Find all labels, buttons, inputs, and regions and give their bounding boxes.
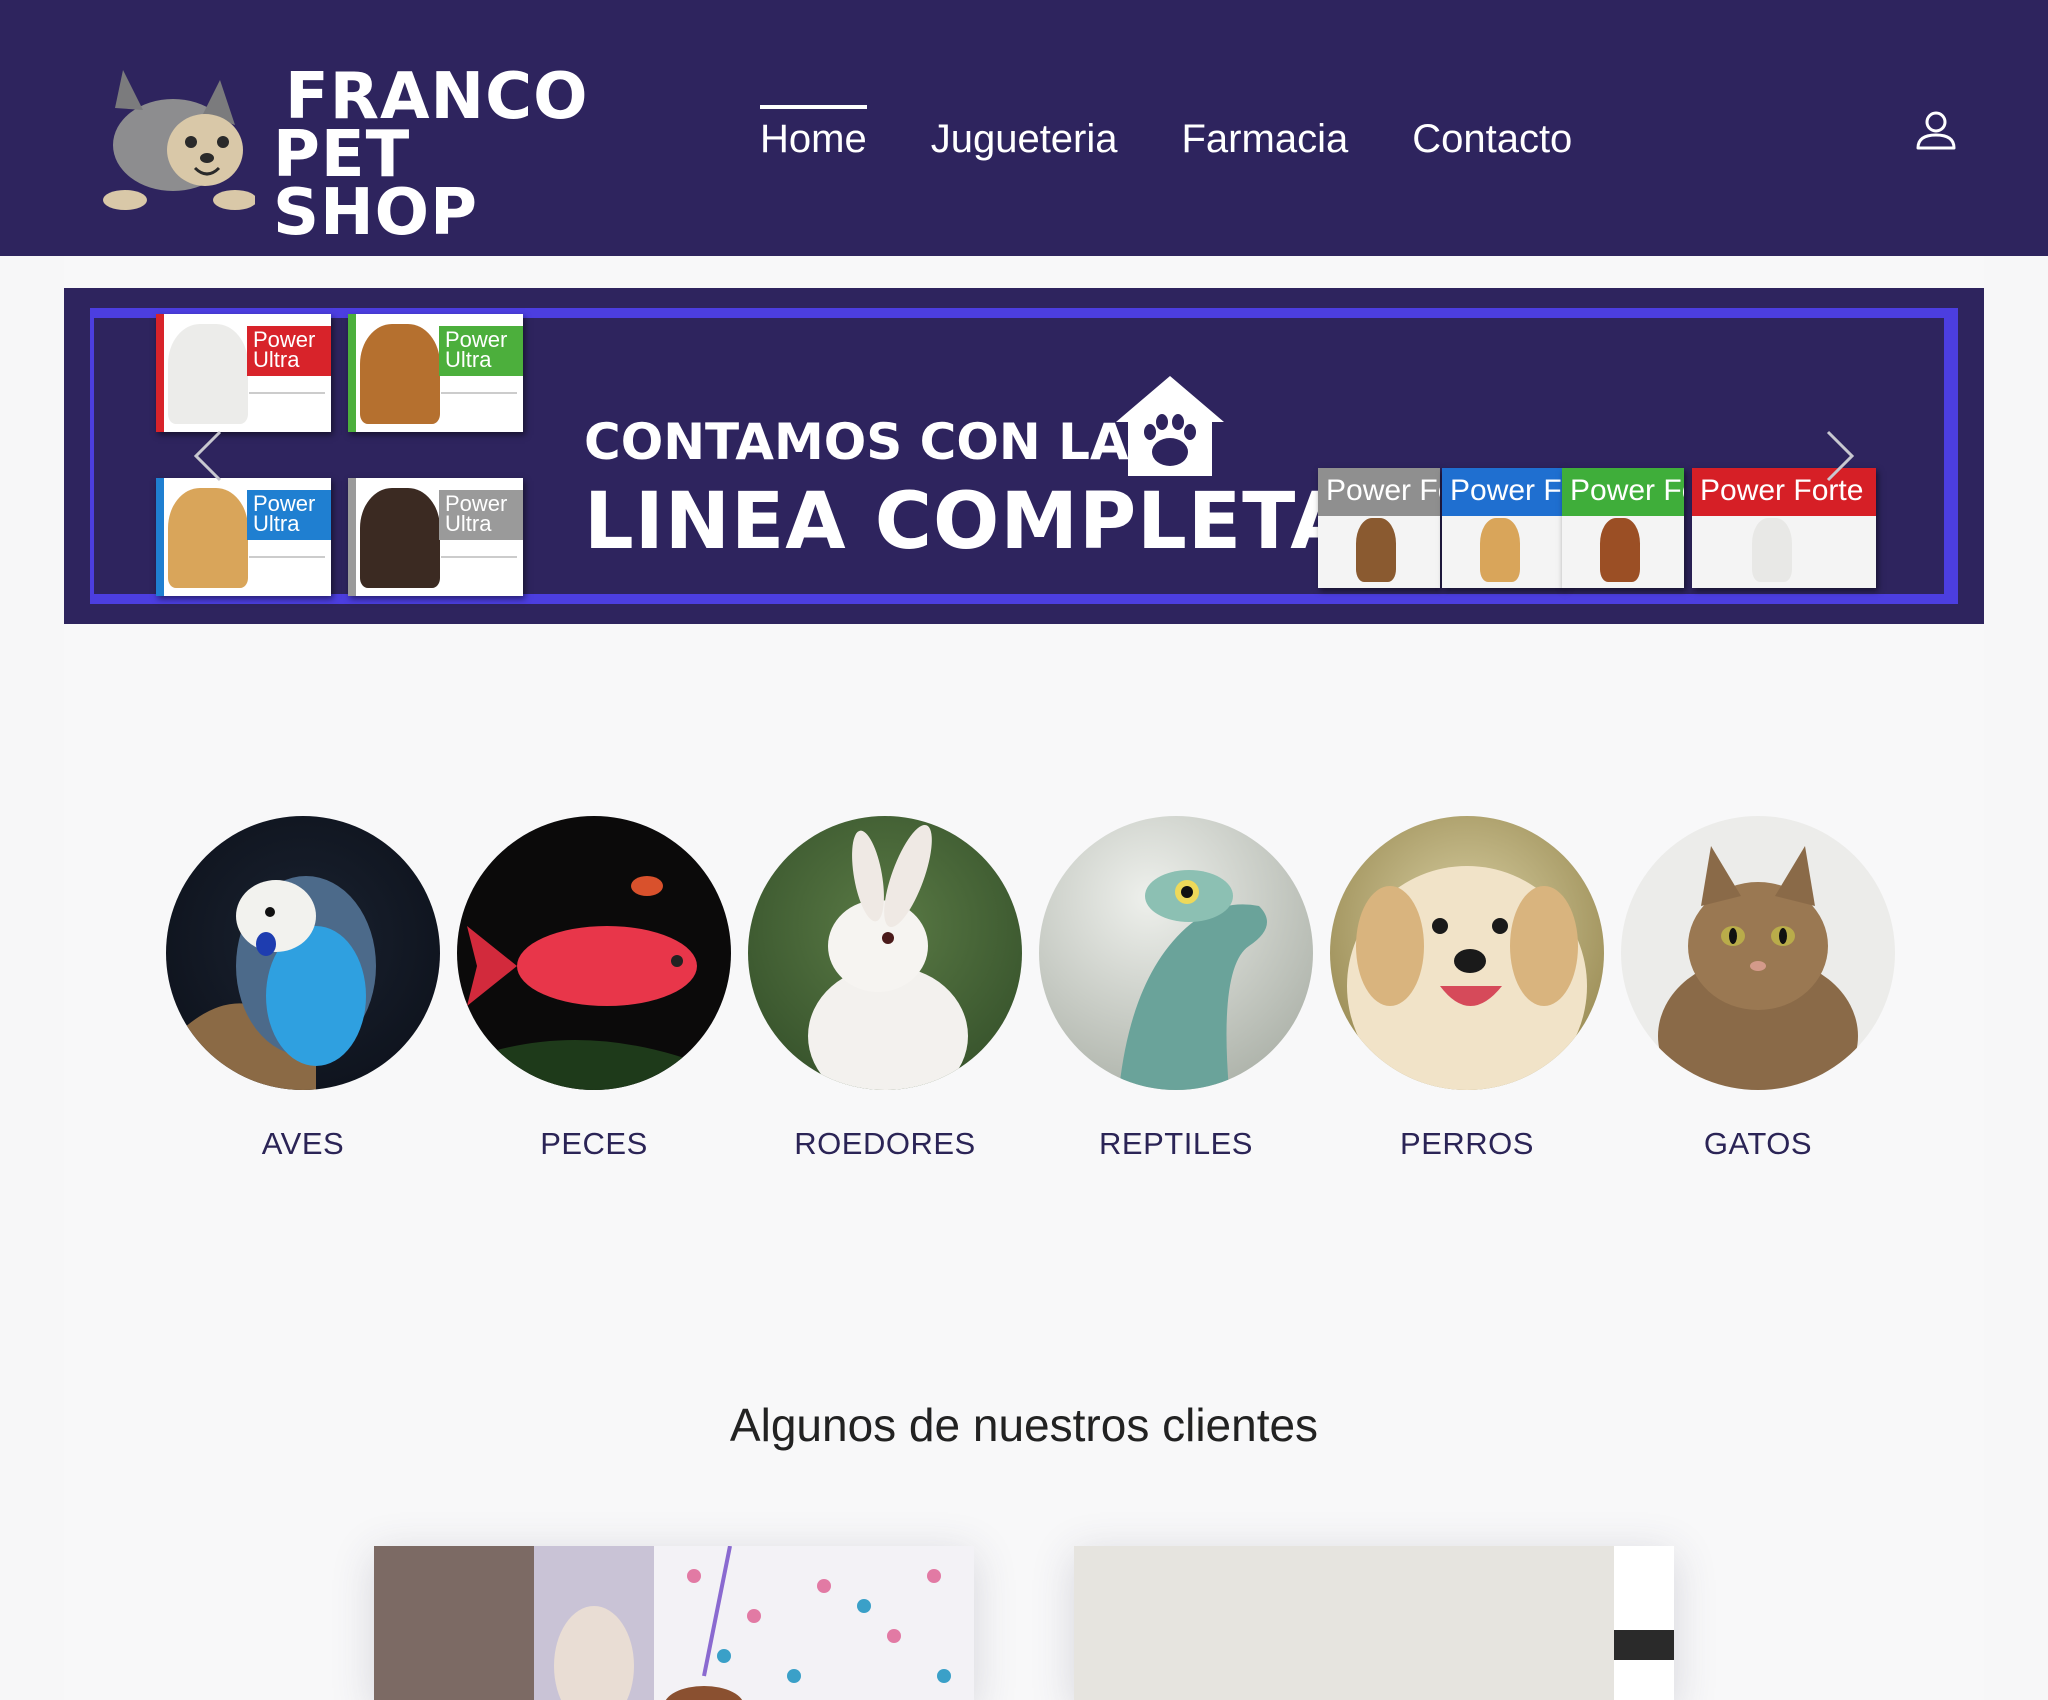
pack-brand: Power Ultra — [439, 490, 523, 540]
nav-contacto[interactable]: Contacto — [1412, 105, 1572, 175]
rabbit-image — [748, 816, 1022, 1090]
clients-title: Algunos de nuestros clientes — [729, 1399, 1319, 1451]
site-header: FRANCO PET SHOP Home Jugueteria Farmacia… — [0, 0, 2048, 256]
product-box: Power Forte — [1692, 468, 1876, 588]
banner-headline: CONTAMOS CON LA LINEA COMPLETA — [584, 413, 1352, 567]
product-pack: Power Ultra — [156, 478, 331, 596]
lizard-image — [1039, 816, 1313, 1090]
carousel-prev-icon[interactable] — [188, 428, 228, 484]
client-photo[interactable] — [374, 1546, 974, 1700]
bird-image — [166, 816, 440, 1090]
category-label: PERROS — [1400, 1126, 1534, 1161]
category-label: REPTILES — [1099, 1126, 1253, 1161]
category-peces[interactable]: PECES — [449, 816, 739, 1162]
pack-brand: Power Ultra — [247, 490, 331, 540]
category-perros[interactable]: PERROS — [1322, 816, 1612, 1162]
cat-image — [1621, 816, 1895, 1090]
product-box: Power Fo — [1562, 468, 1684, 588]
logo-text: FRANCO PET SHOP — [273, 65, 615, 250]
main-nav: Home Jugueteria Farmacia Contacto — [760, 105, 1636, 175]
house-paw-icon — [1116, 376, 1224, 476]
product-pack: Power Ultra — [348, 478, 523, 596]
category-label: GATOS — [1703, 1126, 1813, 1161]
category-aves[interactable]: AVES — [158, 816, 448, 1162]
carousel-next-icon[interactable] — [1820, 428, 1860, 484]
product-pack: Power Ultra — [348, 314, 523, 432]
category-label: PECES — [540, 1126, 648, 1161]
pack-brand: Power Ultra — [439, 326, 523, 376]
logo[interactable]: FRANCO PET SHOP — [95, 50, 615, 245]
dog-logo-icon — [103, 70, 255, 210]
logo-line2: PET SHOP — [273, 118, 478, 250]
category-reptiles[interactable]: REPTILES — [1031, 816, 1321, 1162]
product-box: Power Fo — [1318, 468, 1440, 588]
fish-image — [457, 816, 731, 1090]
nav-jugueteria[interactable]: Jugueteria — [931, 105, 1118, 175]
client-photo[interactable] — [1074, 1546, 1674, 1700]
pack-brand: Power Ultra — [247, 326, 331, 376]
category-label: AVES — [261, 1126, 345, 1161]
banner-products-left: Power Ultra Power Ultra Power Ultra Power Ul… — [92, 314, 523, 614]
category-list: AVES PECES ROEDORES REPTILES PERROS GATO… — [158, 816, 1898, 1176]
banner-line2: LINEA COMPLETA — [584, 477, 1352, 567]
dog-image — [1330, 816, 1604, 1090]
category-gatos[interactable]: GATOS — [1613, 816, 1903, 1162]
banner-line1: CONTAMOS CON LA — [584, 413, 1129, 471]
nav-home[interactable]: Home — [760, 105, 867, 175]
user-icon[interactable] — [1914, 108, 1958, 152]
nav-farmacia[interactable]: Farmacia — [1182, 105, 1349, 175]
product-box: Power Fo — [1442, 468, 1564, 588]
product-pack: Power Ultra — [156, 314, 331, 432]
banner-products-right: Power Fo Power Fo Power Fo Power Forte — [1318, 468, 1878, 602]
category-label: ROEDORES — [794, 1126, 976, 1161]
category-roedores[interactable]: ROEDORES — [740, 816, 1030, 1162]
